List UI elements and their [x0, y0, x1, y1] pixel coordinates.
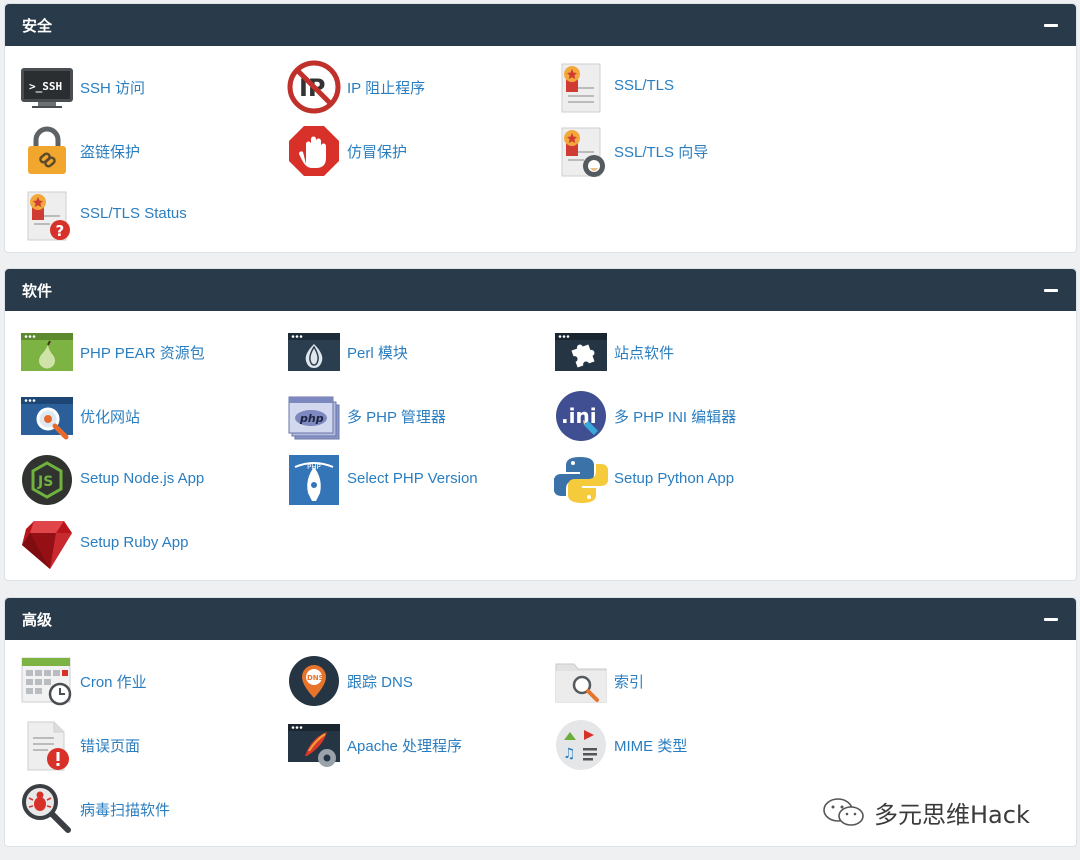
item-label: 盗链保护 — [80, 144, 141, 161]
item-hotlink-protection[interactable]: 盗链保护 — [20, 124, 280, 178]
folder-search-icon — [555, 663, 607, 703]
multiphp-manager-icon: php — [288, 396, 340, 440]
cron-calendar-icon — [21, 657, 72, 706]
item-leech-protection[interactable]: 仿冒保护 — [287, 124, 547, 178]
select-php-version-icon: PHP — [289, 455, 339, 505]
item-ssl-tls-wizard[interactable]: SSL/TLS 向导 — [554, 124, 814, 178]
item-perl-modules[interactable]: Perl 模块 — [287, 325, 547, 379]
perl-onion-icon — [288, 333, 340, 371]
item-multiphp-ini-editor[interactable]: .ini 多 PHP INI 编辑器 — [554, 389, 814, 443]
item-label: 多 PHP INI 编辑器 — [614, 409, 737, 426]
error-page-icon — [27, 721, 69, 771]
item-label: PHP PEAR 资源包 — [80, 345, 205, 362]
svg-text:php: php — [299, 412, 324, 425]
item-virus-scanner[interactable]: 病毒扫描软件 — [20, 782, 280, 836]
item-label: Select PHP Version — [347, 470, 478, 487]
nodejs-icon: JS — [22, 455, 72, 505]
collapse-icon[interactable] — [1044, 283, 1058, 297]
ssl-certificate-icon — [561, 63, 601, 113]
item-ssh-access[interactable]: >_SSH SSH 访问 — [20, 60, 280, 114]
padlock-link-icon — [28, 126, 66, 174]
item-apache-handlers[interactable]: Apache 处理程序 — [287, 718, 547, 772]
wechat-icon — [823, 798, 864, 826]
item-ip-blocker[interactable]: IP IP 阻止程序 — [287, 60, 547, 114]
watermark-text: 多元思维Hack — [874, 800, 1030, 829]
item-mime-types[interactable]: ♫ MIME 类型 — [554, 718, 814, 772]
ip-blocker-icon: IP — [287, 60, 341, 114]
svg-text:?: ? — [56, 222, 65, 240]
mime-types-icon: ♫ — [556, 720, 606, 770]
svg-text:>_SSH: >_SSH — [29, 80, 62, 93]
item-label: Perl 模块 — [347, 345, 408, 362]
dns-pin-icon: DNS — [289, 656, 339, 706]
section-header[interactable]: 软件 — [5, 269, 1076, 311]
item-label: Setup Node.js App — [80, 470, 205, 487]
item-cron-jobs[interactable]: Cron 作业 — [20, 654, 280, 708]
item-label: Cron 作业 — [80, 674, 147, 691]
section-title: 安全 — [22, 18, 53, 35]
item-setup-ruby-app[interactable]: Setup Ruby App — [20, 517, 280, 571]
item-site-software[interactable]: 站点软件 — [554, 325, 814, 379]
item-label: SSL/TLS — [614, 77, 675, 94]
svg-text:JS: JS — [37, 474, 53, 490]
section-title: 软件 — [22, 283, 53, 300]
section-security: 安全 >_SSH SSH 访问 IP IP 阻止程序 — [4, 3, 1077, 253]
item-label: 站点软件 — [614, 345, 675, 362]
collapse-icon[interactable] — [1044, 18, 1058, 32]
svg-text:DNS: DNS — [307, 674, 324, 682]
svg-text:♫: ♫ — [563, 746, 576, 762]
item-label: 索引 — [614, 674, 645, 691]
item-ssl-tls-status[interactable]: ? SSL/TLS Status — [20, 188, 280, 242]
item-optimize-website[interactable]: 优化网站 — [20, 389, 280, 443]
apache-feather-icon — [288, 724, 340, 767]
item-label: Setup Python App — [614, 470, 735, 487]
item-label: 仿冒保护 — [347, 144, 408, 161]
php-pear-icon — [21, 333, 73, 371]
optimize-website-icon — [21, 397, 73, 440]
ini-editor-icon: .ini — [556, 391, 606, 441]
item-label: SSH 访问 — [80, 80, 146, 97]
ssh-terminal-icon: >_SSH — [21, 68, 73, 108]
section-header[interactable]: 安全 — [5, 4, 1076, 46]
virus-scan-icon — [22, 784, 71, 833]
puzzle-piece-icon — [555, 333, 607, 371]
section-header[interactable]: 高级 — [5, 598, 1076, 640]
item-label: 优化网站 — [80, 409, 141, 426]
item-error-pages[interactable]: 错误页面 — [20, 718, 280, 772]
item-label: 错误页面 — [80, 738, 141, 755]
section-title: 高级 — [22, 612, 53, 629]
item-setup-python-app[interactable]: Setup Python App — [554, 453, 814, 507]
item-label: SSL/TLS Status — [80, 205, 187, 222]
stop-hand-icon — [289, 126, 339, 176]
item-select-php-version[interactable]: PHP Select PHP Version — [287, 453, 547, 507]
item-label: Setup Ruby App — [80, 534, 189, 551]
item-label: SSL/TLS 向导 — [614, 144, 709, 161]
item-label: IP 阻止程序 — [347, 80, 426, 97]
python-icon — [554, 457, 608, 503]
item-setup-nodejs-app[interactable]: JS Setup Node.js App — [20, 453, 280, 507]
ssl-status-icon: ? — [27, 191, 70, 241]
item-label: 病毒扫描软件 — [80, 802, 171, 819]
ruby-gem-icon — [22, 521, 72, 569]
item-label: Apache 处理程序 — [347, 738, 463, 755]
item-ssl-tls[interactable]: SSL/TLS — [554, 60, 814, 114]
section-software: 软件 PHP PEAR 资源包 Perl 模块 站点软件 优化网站 php 多 … — [4, 268, 1077, 581]
watermark: 多元思维Hack — [822, 795, 1030, 829]
item-label: MIME 类型 — [614, 738, 688, 755]
ssl-wizard-icon — [561, 127, 605, 177]
item-label: 多 PHP 管理器 — [347, 409, 446, 426]
item-indexes[interactable]: 索引 — [554, 654, 814, 708]
collapse-icon[interactable] — [1044, 612, 1058, 626]
item-track-dns[interactable]: DNS 跟踪 DNS — [287, 654, 547, 708]
item-label: 跟踪 DNS — [347, 674, 413, 691]
item-php-pear[interactable]: PHP PEAR 资源包 — [20, 325, 280, 379]
item-multiphp-manager[interactable]: php 多 PHP 管理器 — [287, 389, 547, 443]
